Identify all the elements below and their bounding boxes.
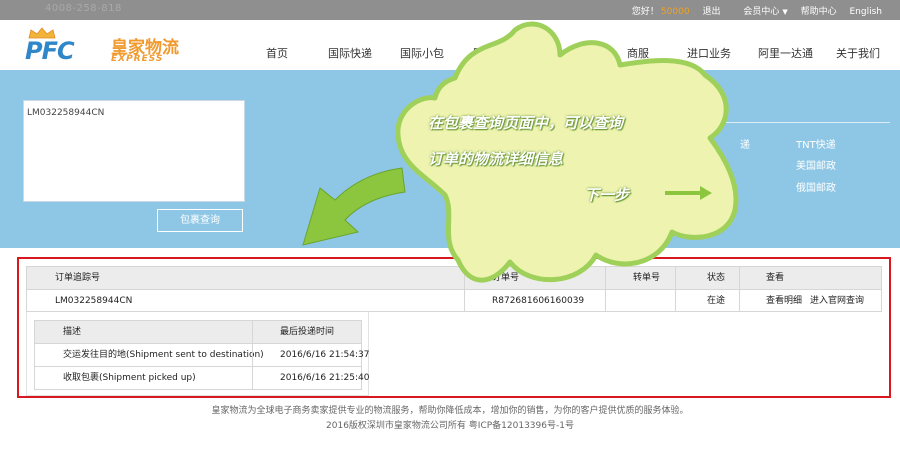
detail-desc: 交运发往目的地(Shipment sent to destination) [63, 350, 264, 360]
results-table-header: 订单追踪号 订单号 转单号 状态 查看 [26, 266, 882, 290]
member-center-link[interactable]: 会员中心 ▼ [733, 7, 787, 17]
detail-table-header: 描述 最后投递时间 [35, 321, 361, 343]
results-panel: 订单追踪号 订单号 转单号 状态 查看 LM032258944CN R87268… [17, 257, 891, 398]
table-row: 收取包裹(Shipment picked up) 2016/6/16 21:25… [35, 366, 369, 389]
footer-description: 皇家物流为全球电子商务卖家提供专业的物流服务，帮助你降低成本，增加你的销售，为你… [211, 406, 689, 416]
col-divider [675, 290, 676, 311]
detail-header-desc: 描述 [63, 327, 82, 337]
col-divider [252, 367, 253, 389]
callout-text-line2: 订单的物流详细信息 [428, 150, 564, 168]
tracking-input[interactable]: LM032258944CN [23, 100, 245, 202]
nav-item-intl-parcel[interactable]: 国际小包 [400, 45, 444, 61]
tracking-input-value: LM032258944CN [27, 108, 105, 118]
header-tracking: 订单追踪号 [55, 273, 101, 283]
hotline-number: 4008-258-818 [45, 3, 122, 14]
nav-item-intl-partial[interactable]: 国际 [473, 45, 495, 61]
table-row: 交运发往目的地(Shipment sent to destination) 20… [35, 343, 369, 366]
help-center-link[interactable]: 帮助中心 [801, 7, 837, 17]
header-view: 查看 [766, 273, 785, 283]
col-divider [605, 267, 606, 289]
nav-item-intl-express[interactable]: 国际快递 [328, 45, 372, 61]
user-id[interactable]: 50000 [661, 7, 690, 17]
member-center-label: 会员中心 [743, 7, 780, 17]
carrier-tnt[interactable]: TNT快递 [796, 136, 836, 151]
detail-desc: 收取包裹(Shipment picked up) [63, 373, 196, 383]
carrier-partial[interactable]: 递 [740, 136, 750, 151]
nav-item-about[interactable]: 关于我们 [836, 45, 880, 61]
row-tracking: LM032258944CN [55, 296, 133, 306]
col-divider [739, 267, 740, 289]
col-divider [605, 290, 606, 311]
logo[interactable]: PFC 皇家物流 EXPRESS [25, 27, 195, 65]
chevron-down-icon: ▼ [782, 8, 788, 16]
callout-text-line1: 在包裹查询页面中，可以查询 [428, 114, 624, 132]
col-divider [739, 290, 740, 311]
nav-item-alibaba[interactable]: 阿里一达通 [758, 45, 813, 61]
nav-item-home[interactable]: 首页 [266, 45, 288, 61]
col-divider [675, 267, 676, 289]
detail-table: 描述 最后投递时间 交运发往目的地(Shipment sent to desti… [34, 320, 369, 390]
carrier-usps[interactable]: 美国邮政 [796, 157, 836, 172]
nav-item-business-partial[interactable]: 商服 [627, 45, 649, 61]
detail-time: 2016/6/16 21:25:40 [280, 373, 370, 383]
col-divider [464, 267, 465, 289]
top-bar: 4008-258-818 您好！ 50000 退出 会员中心 ▼ 帮助中心 Engl… [0, 0, 900, 20]
header-order: 订单号 [492, 273, 520, 283]
next-step-label: 下一步 [584, 186, 630, 204]
carrier-russia-post[interactable]: 俄国邮政 [796, 179, 836, 194]
logout-link[interactable]: 退出 [702, 7, 720, 17]
detail-time: 2016/6/16 21:54:37 [280, 350, 370, 360]
col-divider [464, 290, 465, 311]
detail-header-time: 最后投递时间 [280, 327, 335, 337]
table-row: LM032258944CN R872681606160039 在途 查看明细 进… [26, 290, 882, 312]
nav-item-import[interactable]: 进口业务 [687, 45, 731, 61]
site-header: PFC 皇家物流 EXPRESS 首页 国际快递 国际小包 国际 服务 商服 进… [0, 20, 900, 70]
col-divider [252, 321, 253, 343]
english-link[interactable]: English [850, 7, 883, 17]
header-transfer: 转单号 [633, 273, 661, 283]
carrier-divider [700, 122, 890, 123]
logo-mark: PFC [25, 37, 75, 65]
view-detail-link[interactable]: 查看明细 [766, 290, 802, 311]
row-order: R872681606160039 [492, 296, 585, 306]
header-status: 状态 [707, 273, 726, 283]
logo-name-en: EXPRESS [111, 54, 164, 64]
col-divider [252, 344, 253, 366]
footer-copyright: 2016版权深圳市皇家物流公司所有 粤ICP备12013396号-1号 [326, 421, 574, 431]
row-status: 在途 [707, 296, 726, 306]
nav-item-service-partial[interactable]: 服务 [566, 45, 588, 61]
greeting-text: 您好！ [631, 7, 659, 17]
detail-panel: 描述 最后投递时间 交运发往目的地(Shipment sent to desti… [26, 312, 369, 396]
top-user-links: 您好！ 50000 退出 会员中心 ▼ 帮助中心 English [632, 4, 882, 17]
package-query-button[interactable]: 包裹查询 [157, 209, 243, 232]
official-query-link[interactable]: 进入官网查询 [810, 290, 864, 311]
